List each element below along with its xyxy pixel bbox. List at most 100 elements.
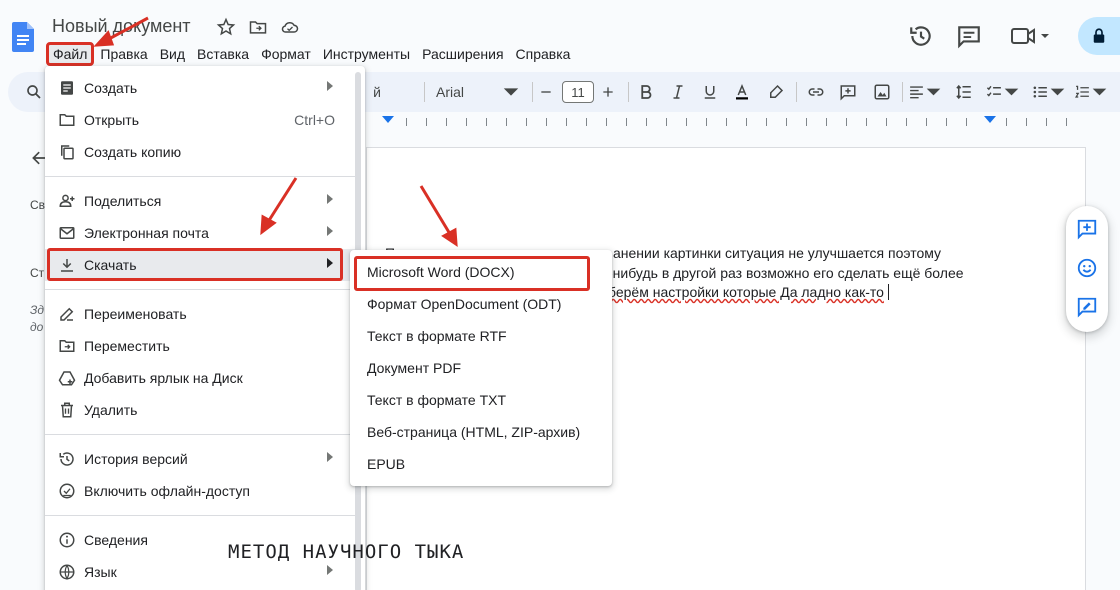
download-pdf[interactable]: Документ PDF — [350, 352, 612, 384]
line-spacing-button[interactable] — [952, 80, 976, 104]
drive-shortcut-icon — [58, 371, 76, 386]
italic-button[interactable] — [668, 80, 688, 104]
menu-item-label: Добавить ярлык на Диск — [84, 370, 243, 386]
font-size-input[interactable]: 11 — [562, 81, 594, 103]
submenu-item-label: Текст в формате RTF — [367, 328, 507, 344]
email-icon — [59, 227, 75, 239]
highlight-box — [47, 248, 343, 281]
offline-icon — [59, 483, 75, 499]
menu-edit[interactable]: Правка — [94, 43, 153, 65]
menu-item-move[interactable]: Переместить — [45, 330, 355, 362]
header: Новый документ Файл Правка Вид Вставка Ф… — [0, 0, 1120, 70]
submenu-arrow-icon — [327, 81, 333, 91]
menu-item-add-shortcut[interactable]: Добавить ярлык на Диск — [45, 362, 355, 394]
menu-divider — [45, 289, 355, 290]
menu-item-make-copy[interactable]: Создать копию — [45, 136, 355, 168]
download-html[interactable]: Веб-страница (HTML, ZIP-архив) — [350, 416, 612, 448]
add-comment-icon — [840, 85, 856, 101]
star-icon[interactable] — [216, 17, 236, 37]
move-folder-icon[interactable] — [248, 17, 268, 37]
meet-button[interactable] — [1010, 23, 1054, 49]
docs-logo-icon[interactable] — [12, 22, 34, 52]
paragraph-style-fragment[interactable]: й — [370, 80, 384, 104]
document-title[interactable]: Новый документ — [52, 16, 191, 37]
font-family-select[interactable]: Arial — [432, 80, 524, 104]
bulleted-list-button[interactable] — [1032, 80, 1066, 104]
caption-text: МЕТОД НАУЧНОГО ТЫКА — [228, 541, 465, 563]
numbered-list-button[interactable] — [1074, 80, 1108, 104]
line-spacing-icon — [956, 84, 971, 100]
menu-view[interactable]: Вид — [154, 43, 191, 65]
keyboard-shortcut: Ctrl+O — [294, 112, 335, 128]
menu-item-label: Электронная почта — [84, 225, 209, 241]
menu-item-email[interactable]: Электронная почта — [45, 217, 355, 249]
right-indent-marker[interactable] — [984, 116, 996, 123]
menu-item-share[interactable]: Поделиться — [45, 185, 355, 217]
menu-file[interactable]: Файл — [46, 42, 95, 66]
cloud-saved-icon[interactable] — [280, 17, 300, 37]
menu-help[interactable]: Справка — [510, 43, 577, 65]
file-menu-dropdown: Создать Открыть Ctrl+O Создать копию Под… — [45, 66, 365, 590]
add-comment-icon[interactable] — [1076, 218, 1098, 240]
menu-bar: Файл Правка Вид Вставка Формат Инструмен… — [46, 42, 577, 66]
title-actions — [216, 17, 300, 37]
comments-button[interactable] — [956, 23, 982, 49]
menu-item-create[interactable]: Создать — [45, 72, 355, 104]
emoji-icon[interactable] — [1076, 257, 1098, 279]
menu-item-delete[interactable]: Удалить — [45, 394, 355, 426]
floating-actions-panel — [1066, 206, 1108, 332]
insert-link-button[interactable] — [806, 80, 826, 104]
increase-font-size-button[interactable] — [600, 80, 616, 104]
google-docs-window: Новый документ Файл Правка Вид Вставка Ф… — [0, 0, 1120, 590]
horizontal-ruler[interactable] — [366, 116, 1086, 130]
menu-insert[interactable]: Вставка — [191, 43, 255, 65]
history-icon — [59, 452, 74, 466]
italic-icon — [673, 85, 683, 99]
comment-icon — [958, 26, 980, 49]
menu-item-open[interactable]: Открыть Ctrl+O — [45, 104, 355, 136]
highlight-color-button[interactable] — [766, 80, 786, 104]
insert-image-button[interactable] — [872, 80, 892, 104]
download-epub[interactable]: EPUB — [350, 448, 612, 480]
bold-icon — [641, 85, 652, 99]
trash-icon — [61, 402, 73, 418]
menu-item-label: Переместить — [84, 338, 170, 354]
move-folder-icon — [59, 340, 75, 352]
version-history-button[interactable] — [908, 23, 934, 49]
highlighter-icon — [770, 84, 784, 98]
download-txt[interactable]: Текст в формате TXT — [350, 384, 612, 416]
menu-item-version-history[interactable]: История версий — [45, 443, 355, 475]
underline-icon — [704, 86, 716, 99]
underline-button[interactable] — [700, 80, 720, 104]
decrease-font-size-button[interactable] — [538, 80, 554, 104]
menu-format[interactable]: Формат — [255, 43, 317, 65]
minus-icon — [541, 91, 551, 93]
left-indent-marker[interactable] — [382, 116, 394, 123]
checklist-button[interactable] — [986, 80, 1020, 104]
chevron-down-icon — [503, 88, 519, 96]
submenu-arrow-icon — [327, 565, 333, 575]
submenu-arrow-icon — [327, 452, 333, 462]
suggest-edits-icon[interactable] — [1076, 296, 1098, 318]
download-submenu: Microsoft Word (DOCX) Формат OpenDocumen… — [350, 250, 612, 486]
menu-tools[interactable]: Инструменты — [317, 43, 416, 65]
add-comment-button[interactable] — [838, 80, 858, 104]
bold-button[interactable] — [636, 80, 656, 104]
checklist-icon — [986, 85, 1001, 97]
share-button[interactable] — [1078, 17, 1120, 55]
menu-item-label: История версий — [84, 451, 188, 467]
highlight-box — [354, 256, 590, 291]
text-color-button[interactable] — [732, 80, 752, 104]
history-icon — [910, 26, 931, 46]
menu-item-rename[interactable]: Переименовать — [45, 298, 355, 330]
download-rtf[interactable]: Текст в формате RTF — [350, 320, 612, 352]
menu-extensions[interactable]: Расширения — [416, 43, 509, 65]
align-button[interactable] — [908, 80, 942, 104]
toolbar-divider — [796, 82, 797, 102]
folder-icon — [59, 114, 75, 126]
search-menus-button[interactable] — [22, 80, 46, 104]
text-line: -нибудь в другой раз возможно его сделат… — [608, 264, 964, 281]
text-line: берём настройки которые Да ладно как-то — [608, 284, 884, 300]
download-odt[interactable]: Формат OpenDocument (ODT) — [350, 288, 612, 320]
menu-item-offline[interactable]: Включить офлайн-доступ — [45, 475, 355, 507]
